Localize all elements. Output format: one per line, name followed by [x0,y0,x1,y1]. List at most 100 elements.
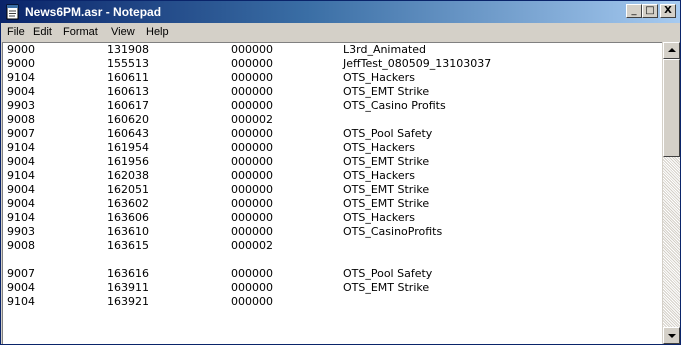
menu-format[interactable]: Format [63,25,98,40]
line-field: OTS_EMT Strike [343,281,430,294]
line-field: 000000 [231,71,273,84]
menu-bar: File Edit Format View Help [1,23,680,42]
title-bar[interactable]: News6PM.asr - Notepad _ □ X [1,1,680,23]
menu-edit[interactable]: Edit [33,25,52,40]
scroll-down-button[interactable] [663,327,680,344]
text-line: 9104 163921 000000 [3,295,653,308]
line-field: OTS_EMT Strike [343,155,430,168]
text-line: 9004 163602 000000 OTS_EMT Strike [3,197,653,210]
vertical-scrollbar[interactable] [663,42,680,344]
text-line: 9008 163615 000002 [3,239,653,252]
line-field: JeffTest_080509_13103037 [343,57,492,70]
line-field: 000000 [231,57,273,70]
line-field: 000000 [231,281,273,294]
text-line: 9104 163606 000000 OTS_Hackers [3,211,653,224]
text-line: 9004 160613 000000 OTS_EMT Strike [3,85,653,98]
line-field: 161954 [107,141,149,154]
line-field: 000000 [231,85,273,98]
line-field: 163921 [107,295,149,308]
line-field: 163606 [107,211,149,224]
minimize-button[interactable]: _ [626,4,642,18]
line-field: 000000 [231,197,273,210]
line-field: 160617 [107,99,149,112]
text-line: 9903 163610 000000 OTS_CasinoProfits [3,225,653,238]
arrow-down-icon [668,334,676,338]
window-title: News6PM.asr - Notepad [25,5,162,19]
line-field: 9903 [7,99,35,112]
scroll-thumb[interactable] [663,59,680,157]
line-field: 163911 [107,281,149,294]
line-field: 9903 [7,225,35,238]
text-line: 9104 162038 000000 OTS_Hackers [3,169,653,182]
line-field: OTS_Hackers [343,169,415,182]
line-field: 000000 [231,169,273,182]
line-field: 9104 [7,169,35,182]
line-field: 9104 [7,141,35,154]
line-field: OTS_Hackers [343,71,415,84]
scroll-up-button[interactable] [663,42,680,59]
line-field: 9004 [7,155,35,168]
line-field: 000000 [231,225,273,238]
text-line: 9004 163911 000000 OTS_EMT Strike [3,281,653,294]
line-field: 9000 [7,43,35,56]
line-field: 000002 [231,239,273,252]
menu-file[interactable]: File [7,25,25,40]
notepad-icon [6,4,19,20]
line-field: OTS_EMT Strike [343,197,430,210]
line-field: OTS_CasinoProfits [343,225,443,238]
text-line: 9000 155513 000000 JeffTest_080509_13103037 [3,57,653,70]
line-field: 155513 [107,57,149,70]
line-field: OTS_Hackers [343,211,415,224]
line-field: 160643 [107,127,149,140]
line-field: 9004 [7,197,35,210]
line-field: 000000 [231,155,273,168]
line-field: 9104 [7,295,35,308]
line-field: 131908 [107,43,149,56]
menu-help[interactable]: Help [146,25,169,40]
line-field: 162038 [107,169,149,182]
line-field: 9008 [7,239,35,252]
line-field: OTS_Pool Safety [343,267,433,280]
line-field: OTS_Hackers [343,141,415,154]
line-field: OTS_EMT Strike [343,85,430,98]
text-line: 9104 161954 000000 OTS_Hackers [3,141,653,154]
notepad-window: News6PM.asr - Notepad _ □ X File Edit Fo… [0,0,681,345]
line-field: 000000 [231,99,273,112]
line-field: L3rd_Animated [343,43,427,56]
line-field: 163615 [107,239,149,252]
line-field: 000000 [231,43,273,56]
line-field: 9004 [7,85,35,98]
line-field: OTS_Casino Profits [343,99,446,112]
line-field: OTS_EMT Strike [343,183,430,196]
text-editor[interactable]: 9000 131908 000000 L3rd_Animated 9000 155513 0… [2,42,662,344]
line-field: 162051 [107,183,149,196]
line-field: 160611 [107,71,149,84]
line-field: 000000 [231,295,273,308]
maximize-button[interactable]: □ [642,4,658,18]
line-field: 160613 [107,85,149,98]
line-field: 9007 [7,127,35,140]
text-line: 9004 162051 000000 OTS_EMT Strike [3,183,653,196]
line-field: 000000 [231,211,273,224]
line-field: OTS_Pool Safety [343,127,433,140]
line-field: 000000 [231,267,273,280]
line-field: 9104 [7,211,35,224]
line-field: 160620 [107,113,149,126]
line-field: 9007 [7,267,35,280]
line-field: 9104 [7,71,35,84]
text-line: 9004 161956 000000 OTS_EMT Strike [3,155,653,168]
line-field: 161956 [107,155,149,168]
close-button[interactable]: X [660,4,676,18]
menu-view[interactable]: View [111,25,135,40]
text-line: 9007 160643 000000 OTS_Pool Safety [3,127,653,140]
line-field: 000000 [231,141,273,154]
text-line: 9903 160617 000000 OTS_Casino Profits [3,99,653,112]
text-line: 9000 131908 000000 L3rd_Animated [3,43,653,56]
line-field: 9004 [7,281,35,294]
line-field: 000002 [231,113,273,126]
line-field: 9004 [7,183,35,196]
line-field: 163602 [107,197,149,210]
line-field: 000000 [231,127,273,140]
line-field: 000000 [231,183,273,196]
